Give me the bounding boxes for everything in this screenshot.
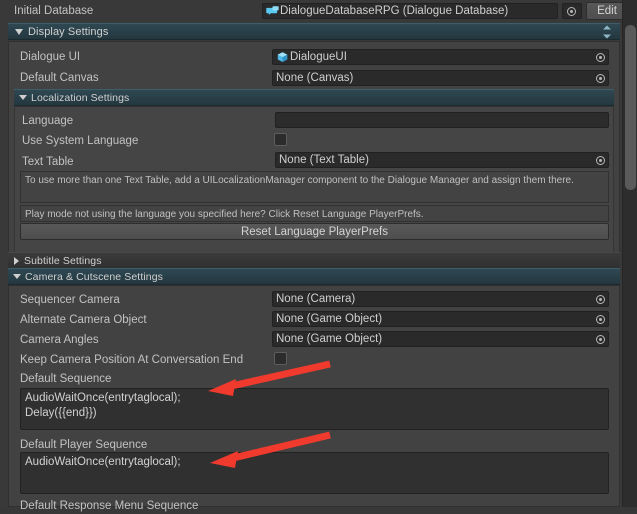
text-table-value: None (Text Table) [279, 154, 369, 166]
keep-camera-position-checkbox[interactable] [274, 352, 287, 365]
language-input[interactable] [275, 112, 609, 128]
chevron-down-icon [19, 95, 27, 100]
default-canvas-object-field[interactable]: None (Canvas) [272, 70, 609, 86]
field-row-default-player-sequence: Default Player Sequence [20, 437, 620, 453]
foldout-localization-settings[interactable]: Localization Settings [14, 89, 614, 106]
chevron-down-icon [13, 274, 21, 279]
default-player-sequence-textarea[interactable]: AudioWaitOnce(entrytaglocal); [20, 452, 609, 494]
camera-angles-object-field[interactable]: None (Game Object) [272, 331, 609, 347]
reorder-arrows-icon[interactable] [602, 25, 611, 38]
default-response-menu-sequence-label: Default Response Menu Sequence [20, 500, 199, 512]
foldout-display-settings[interactable]: Display Settings [8, 23, 620, 40]
object-picker-icon[interactable] [593, 71, 607, 85]
initial-database-object-field[interactable]: DialogueDatabaseRPG (Dialogue Database) [262, 3, 558, 19]
alternate-camera-object-value: None (Game Object) [276, 313, 383, 325]
dialogue-database-icon [266, 5, 279, 15]
alternate-camera-object-label: Alternate Camera Object [20, 314, 147, 326]
default-canvas-label: Default Canvas [20, 72, 99, 84]
chevron-right-icon [14, 256, 19, 265]
prefab-cube-icon [277, 51, 288, 62]
foldout-localization-settings-label: Localization Settings [31, 91, 130, 104]
unity-inspector-window: Initial Database DialogueDatabaseRPG (Di… [0, 0, 637, 512]
default-player-sequence-label: Default Player Sequence [20, 439, 148, 451]
use-system-language-label: Use System Language [22, 135, 139, 147]
foldout-subtitle-settings-label: Subtitle Settings [24, 254, 102, 267]
initial-database-row: Initial Database DialogueDatabaseRPG (Di… [0, 0, 637, 22]
helpbox-playmode-language-info: Play mode not using the language you spe… [20, 205, 609, 222]
default-sequence-label: Default Sequence [20, 373, 112, 385]
default-sequence-textarea[interactable]: AudioWaitOnce(entrytaglocal); Delay({{en… [20, 388, 609, 430]
text-table-label: Text Table [22, 156, 74, 168]
initial-database-label: Initial Database [14, 5, 94, 17]
helpbox-text-table-info: To use more than one Text Table, add a U… [20, 171, 609, 203]
camera-angles-value: None (Game Object) [276, 333, 383, 345]
initial-database-value: DialogueDatabaseRPG (Dialogue Database) [280, 5, 509, 17]
chevron-down-icon [15, 28, 23, 35]
field-row-keep-camera-position: Keep Camera Position At Conversation End [20, 349, 620, 371]
dialogue-ui-label: Dialogue UI [20, 51, 81, 63]
alternate-camera-object-field[interactable]: None (Game Object) [272, 311, 609, 327]
object-picker-icon[interactable] [593, 153, 607, 167]
foldout-display-settings-label: Display Settings [28, 25, 109, 38]
foldout-subtitle-settings[interactable]: Subtitle Settings [8, 252, 620, 269]
object-picker-icon[interactable] [593, 332, 607, 346]
foldout-camera-cutscene-settings[interactable]: Camera & Cutscene Settings [8, 268, 620, 285]
dialogue-ui-object-field[interactable]: DialogueUI [272, 49, 609, 65]
vertical-scrollbar-track[interactable] [622, 0, 637, 507]
camera-angles-label: Camera Angles [20, 334, 99, 346]
initial-database-picker-button[interactable] [562, 3, 582, 19]
sequencer-camera-value: None (Camera) [276, 293, 356, 305]
sequencer-camera-object-field[interactable]: None (Camera) [272, 291, 609, 307]
dialogue-ui-value: DialogueUI [290, 51, 347, 63]
foldout-camera-cutscene-settings-label: Camera & Cutscene Settings [25, 270, 163, 283]
sequencer-camera-label: Sequencer Camera [20, 294, 120, 306]
field-row-default-sequence: Default Sequence [20, 371, 620, 387]
reset-language-playerprefs-button[interactable]: Reset Language PlayerPrefs [20, 223, 609, 240]
object-picker-icon[interactable] [593, 50, 607, 64]
object-picker-icon[interactable] [593, 312, 607, 326]
field-row-use-system-language: Use System Language [22, 130, 612, 152]
object-picker-icon [564, 4, 578, 18]
text-table-object-field[interactable]: None (Text Table) [275, 152, 609, 168]
vertical-scrollbar-thumb[interactable] [625, 25, 636, 190]
keep-camera-position-label: Keep Camera Position At Conversation End [20, 354, 244, 366]
language-label: Language [22, 115, 74, 127]
default-canvas-value: None (Canvas) [276, 72, 354, 84]
field-row-default-response-menu-sequence: Default Response Menu Sequence [20, 498, 620, 514]
use-system-language-checkbox[interactable] [274, 133, 287, 146]
object-picker-icon[interactable] [593, 292, 607, 306]
